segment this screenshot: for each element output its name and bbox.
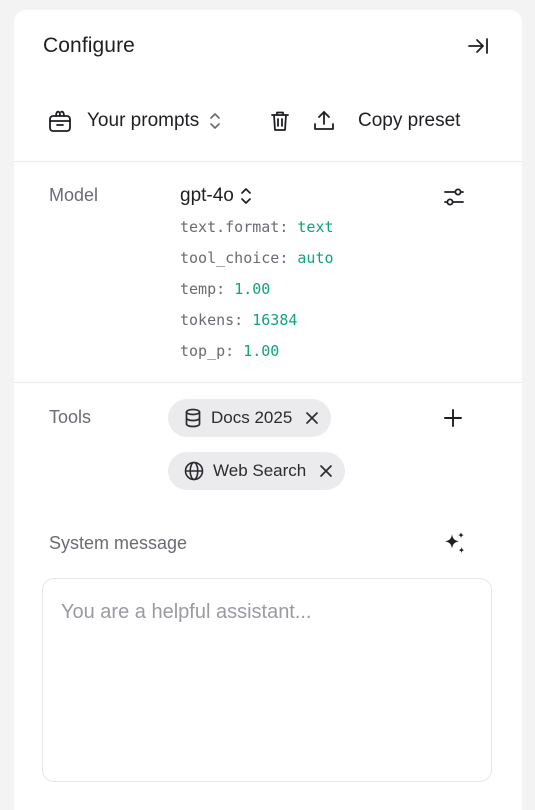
model-params: text.format: text tool_choice: auto temp… xyxy=(180,218,334,373)
model-section-label: Model xyxy=(49,185,99,205)
sparkle-icon xyxy=(440,530,468,558)
param-row: text.format: text xyxy=(180,218,334,236)
param-row: temp: 1.00 xyxy=(180,280,271,298)
database-icon xyxy=(184,408,202,428)
configure-panel: Configure Your prompts Copy preset Model… xyxy=(14,10,522,810)
panel-title: Configure xyxy=(43,34,135,57)
param-row: tool_choice: auto xyxy=(180,249,334,267)
globe-icon xyxy=(184,461,204,481)
chevron-updown-icon xyxy=(240,187,252,205)
panel-header: Configure xyxy=(14,10,522,82)
tools-section-label: Tools xyxy=(49,407,92,427)
add-tool-button[interactable] xyxy=(440,405,466,431)
param-row: top_p: 1.00 xyxy=(180,342,280,360)
copy-preset-button[interactable]: Copy preset xyxy=(358,100,460,142)
collapse-panel-button[interactable] xyxy=(465,33,491,59)
divider xyxy=(14,161,522,162)
your-prompts-label: Your prompts xyxy=(87,110,200,131)
generate-system-message-button[interactable] xyxy=(440,530,468,558)
export-prompt-button[interactable] xyxy=(311,108,337,134)
system-message-label: System message xyxy=(49,533,188,553)
param-row: tokens: 16384 xyxy=(180,311,298,329)
system-message-input[interactable] xyxy=(42,578,492,782)
prompt-toolbar: Your prompts Copy preset xyxy=(14,100,522,142)
close-icon[interactable] xyxy=(319,464,333,478)
close-icon[interactable] xyxy=(305,411,319,425)
tool-chip-label: Web Search xyxy=(213,461,307,480)
collapse-right-icon xyxy=(467,36,489,56)
trash-icon xyxy=(270,110,290,132)
chevron-updown-icon xyxy=(209,112,221,130)
model-name: gpt-4o xyxy=(180,185,234,206)
plus-icon xyxy=(444,409,462,427)
your-prompts-dropdown[interactable]: Your prompts xyxy=(47,100,221,142)
tool-chip[interactable]: Web Search xyxy=(168,452,346,490)
delete-prompt-button[interactable] xyxy=(267,108,293,134)
tool-chip[interactable]: Docs 2025 xyxy=(168,399,332,437)
divider xyxy=(14,382,522,383)
sliders-icon xyxy=(442,185,466,209)
prompts-box-icon xyxy=(47,108,73,134)
tool-chip-label: Docs 2025 xyxy=(211,408,293,427)
model-settings-button[interactable] xyxy=(440,183,468,211)
upload-icon xyxy=(313,110,335,132)
model-selector[interactable]: gpt-4o xyxy=(180,185,252,207)
